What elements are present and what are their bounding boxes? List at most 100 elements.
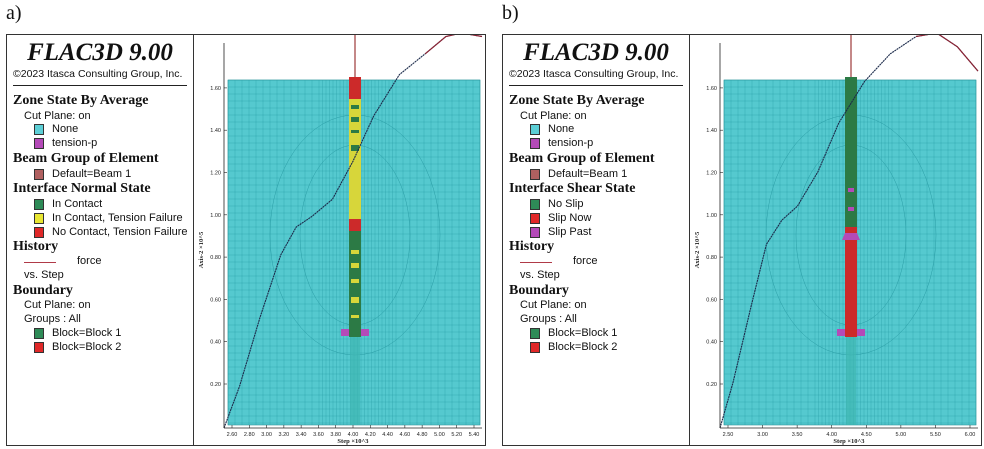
beam-group-heading: Beam Group of Element [509,151,655,166]
y-tick-label: 0.60 [706,297,717,303]
pile-extension [350,335,360,425]
history-vs-label: vs. Step [520,269,560,281]
panel-b: FLAC3D 9.00 ©2023 Itasca Consulting Group… [502,34,982,446]
y-tick-label: 1.60 [706,86,717,92]
legend-item-label: No Contact, Tension Failure [52,226,188,238]
model-viewport[interactable]: 0.20 0.40 0.60 0.80 1.00 1.20 1.40 1.60 2.60 2.80… [194,35,485,445]
interface-state-heading: Interface Normal State [13,181,151,196]
y-tick-label: 1.00 [210,213,221,219]
y-tick-label: 1.00 [706,213,717,219]
legend-item-label: tension-p [548,137,594,149]
cut-plane-text: Cut Plane: on [24,110,91,122]
legend-item-label: Default=Beam 1 [52,168,132,180]
divider [509,85,683,86]
legend-swatch [34,227,44,238]
history-heading: History [13,239,59,254]
panel-a-label: a) [6,2,22,24]
app-title: FLAC3D 9.00 [27,39,173,66]
legend-swatch [530,138,540,149]
legend-swatch [34,342,44,353]
x-tick-label: 2.60 [227,432,238,438]
legend-item-label: No Slip [548,198,584,210]
x-tick-label: 4.40 [382,432,393,438]
zone-state-heading: Zone State By Average [13,93,149,108]
legend-item-label: None [52,123,79,135]
x-tick-label: 4.80 [417,432,428,438]
y-axis-title: Axis-2 ×10^5 [694,231,701,268]
boundary-cut-plane-text: Cut Plane: on [24,299,91,311]
legend-panel: FLAC3D 9.00 ©2023 Itasca Consulting Group… [503,35,690,445]
legend-swatch [34,124,44,135]
x-tick-label: 4.60 [399,432,410,438]
pile-segment-no-contact [349,77,361,99]
copyright-text: ©2023 Itasca Consulting Group, Inc. [13,68,183,80]
y-tick-label: 1.40 [210,128,221,134]
y-axis-title: Axis-2 ×10^5 [198,231,205,268]
legend-swatch [34,169,44,180]
zone-state-heading: Zone State By Average [509,93,645,108]
x-tick-label: 5.20 [451,432,462,438]
legend-item-label: None [548,123,575,135]
legend-item-label: Block=Block 2 [548,341,618,353]
legend-swatch [34,199,44,210]
legend-swatch [530,328,540,339]
cut-plane-text: Cut Plane: on [520,110,587,122]
legend-panel: FLAC3D 9.00 ©2023 Itasca Consulting Group… [7,35,194,445]
x-tick-label: 3.00 [261,432,272,438]
panel-b-label: b) [502,2,519,24]
panel-a: FLAC3D 9.00 ©2023 Itasca Consulting Group… [6,34,486,446]
model-plot: 0.20 0.40 0.60 0.80 1.00 1.20 1.40 1.60 2.50 3.00… [694,35,979,445]
legend-swatch [530,227,540,238]
tension-zone [341,329,349,336]
x-axis-title: Step ×10^3 [833,438,865,445]
y-tick-label: 0.80 [706,255,717,261]
boundary-groups-text: Groups : All [24,313,81,325]
pile-segment-no-contact [349,219,361,231]
y-tick-label: 0.80 [210,255,221,261]
y-tick-label: 0.20 [706,382,717,388]
divider [13,85,187,86]
legend-item-label: In Contact [52,198,103,210]
tension-zone [857,329,865,336]
model-plot: 0.20 0.40 0.60 0.80 1.00 1.20 1.40 1.60 2.60 2.80… [198,35,483,445]
x-tick-label: 5.40 [469,432,480,438]
history-line-swatch [520,262,552,263]
legend-swatch [530,342,540,353]
y-tick-label: 1.60 [210,86,221,92]
app-title: FLAC3D 9.00 [523,39,669,66]
legend-swatch [34,138,44,149]
y-tick-label: 0.40 [706,340,717,346]
y-tick-label: 0.60 [210,297,221,303]
copyright-text: ©2023 Itasca Consulting Group, Inc. [509,68,679,80]
pile-segment-contact [349,231,361,337]
x-tick-label: 3.40 [296,432,307,438]
legend-swatch [34,328,44,339]
legend-swatch [530,124,540,135]
boundary-heading: Boundary [509,283,569,298]
model-viewport[interactable]: 0.20 0.40 0.60 0.80 1.00 1.20 1.40 1.60 2.50 3.00… [690,35,981,445]
boundary-groups-text: Groups : All [520,313,577,325]
tension-zone [361,329,369,336]
legend-swatch [530,199,540,210]
x-tick-label: 3.20 [278,432,289,438]
legend-item-label: Block=Block 1 [548,327,618,339]
x-tick-label: 5.50 [930,432,941,438]
legend-swatch [530,213,540,224]
x-tick-label: 3.60 [313,432,324,438]
legend-item-label: Slip Now [548,212,592,224]
slip-past-marker [842,233,860,240]
legend-item-label: Block=Block 1 [52,327,122,339]
x-axis-title: Step ×10^3 [337,438,369,445]
interface-state-heading: Interface Shear State [509,181,636,196]
legend-item-label: In Contact, Tension Failure [52,212,183,224]
legend-item-label: Block=Block 2 [52,341,122,353]
x-tick-label: 3.50 [792,432,803,438]
legend-item-label: Default=Beam 1 [548,168,628,180]
x-tick-label: 5.00 [895,432,906,438]
y-tick-label: 1.20 [706,171,717,177]
history-force-label: force [573,255,598,267]
x-tick-label: 6.00 [965,432,976,438]
history-line-swatch [24,262,56,263]
y-tick-label: 0.20 [210,382,221,388]
pile-segment-no-slip [845,77,857,227]
